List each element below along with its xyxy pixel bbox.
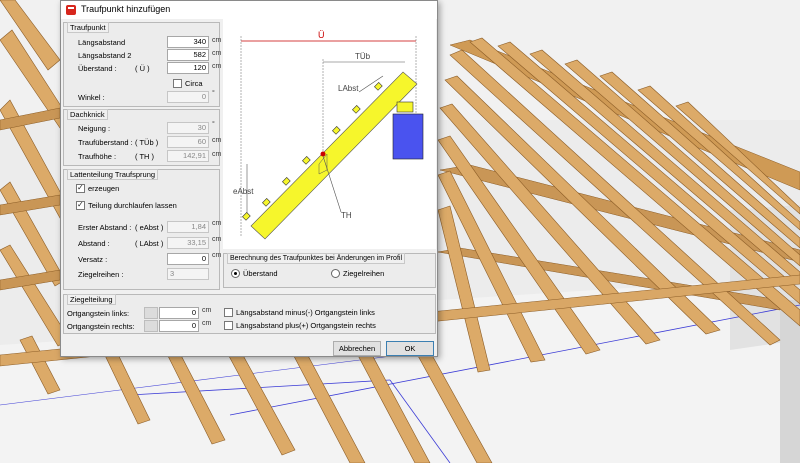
ok-button[interactable]: OK <box>386 341 434 356</box>
diagram-label-labst: LAbst <box>338 84 359 93</box>
teilung-label: Teilung durchlaufen lassen <box>88 201 177 210</box>
neigung-unit: ° <box>212 121 215 128</box>
ortgang-links-input[interactable]: 0 <box>159 307 199 319</box>
ueberstand-radio-label: Überstand <box>243 269 278 278</box>
ortgang-rechts-label: Ortgangstein rechts: <box>67 322 135 331</box>
laengsabstand-unit: cm <box>212 37 222 44</box>
abstand-label: Abstand : <box>78 239 110 248</box>
circa-label: Circa <box>185 79 203 88</box>
neigung-label: Neigung : <box>78 124 111 133</box>
ziegelreihen-radio-label: Ziegelreihen <box>343 269 385 278</box>
traufueberstand-symbol: ( TÜb ) <box>135 138 159 147</box>
ortgang-rechts-unit: cm <box>202 320 212 327</box>
abstand-input[interactable]: 33,15 <box>167 237 209 249</box>
versatz-input[interactable]: 0 <box>167 253 209 265</box>
traufhoehe-symbol: ( TH ) <box>135 152 155 161</box>
ziegelteilung-group: Ziegelteilung Ortgangstein links: 0 cm L… <box>63 294 436 334</box>
erster-abstand-unit: cm <box>212 220 222 227</box>
diagram-label-eabst: eAbst <box>233 187 254 196</box>
ortgang-rechts-spinner[interactable] <box>144 320 158 332</box>
plus-rechts-checkbox[interactable] <box>224 321 233 330</box>
ueberstand-unit: cm <box>212 63 222 70</box>
teilung-checkbox[interactable] <box>76 200 85 210</box>
winkel-label: Winkel : <box>78 93 105 102</box>
traufueberstand-input[interactable]: 60 <box>167 136 209 148</box>
berechnung-group-title: Berechnung des Traufpunktes bei Änderung… <box>227 253 405 264</box>
traufpunkt-dialog: Traufpunkt hinzufügen ─ ☐ ✕ Traufpunkt L… <box>60 0 438 357</box>
dachknick-group-title: Dachknick <box>67 109 108 120</box>
traufpunkt-group-title: Traufpunkt <box>67 22 109 33</box>
laengsabstand-input[interactable]: 340 <box>167 36 209 48</box>
diagram-label-u: Ü <box>318 30 325 40</box>
winkel-unit: ° <box>212 90 215 97</box>
traufhoehe-label: Traufhöhe : <box>78 152 117 161</box>
laengsabstand2-input[interactable]: 582 <box>167 49 209 61</box>
dachknick-group: Dachknick Neigung : 30 ° Traufüberstand … <box>63 109 222 166</box>
ueberstand-input[interactable]: 120 <box>167 62 209 74</box>
ziegelreihen-input[interactable]: 3 <box>167 268 209 280</box>
ueberstand-radio[interactable] <box>231 269 240 278</box>
abstand-symbol: ( LAbst ) <box>135 239 164 248</box>
traufueberstand-label: Traufüberstand : <box>78 138 133 147</box>
ortgang-rechts-input[interactable]: 0 <box>159 320 199 332</box>
abstand-unit: cm <box>212 236 222 243</box>
laengsabstand2-unit: cm <box>212 50 222 57</box>
traufueberstand-unit: cm <box>212 137 222 144</box>
laengsabstand-label: Längsabstand <box>78 38 126 47</box>
berechnung-group: Berechnung des Traufpunktes bei Änderung… <box>223 253 436 288</box>
erzeugen-checkbox[interactable] <box>76 183 85 193</box>
plus-rechts-label: Längsabstand plus(+) Ortgangstein rechts <box>236 321 376 330</box>
erster-abstand-label: Erster Abstand : <box>78 223 132 232</box>
ziegelteilung-group-title: Ziegelteilung <box>67 294 116 305</box>
minus-links-checkbox[interactable] <box>224 308 233 317</box>
erster-abstand-input[interactable]: 1,84 <box>167 221 209 233</box>
lattenteilung-group-title: Lattenteilung Traufsprung <box>67 169 159 180</box>
ortgang-links-label: Ortgangstein links: <box>67 309 130 318</box>
diagram-label-tub: TÜb <box>355 52 371 61</box>
versatz-unit: cm <box>212 252 222 259</box>
ziegelreihen-label: Ziegelreihen : <box>78 270 124 279</box>
diagram-label-th: TH <box>341 211 352 220</box>
winkel-input[interactable]: 0 <box>167 91 209 103</box>
ortgang-links-unit: cm <box>202 307 212 314</box>
cancel-button[interactable]: Abbrechen <box>333 341 381 356</box>
ueberstand-symbol: ( Ü ) <box>135 64 150 73</box>
roof-profile-diagram: Ü TÜb LAbst eAbst TH <box>223 4 436 249</box>
window-title: Traufpunkt hinzufügen <box>81 4 171 14</box>
laengsabstand2-label: Längsabstand 2 <box>78 51 132 60</box>
versatz-label: Versatz : <box>78 255 108 264</box>
ueberstand-label: Überstand : <box>78 64 117 73</box>
minus-links-label: Längsabstand minus(-) Ortgangstein links <box>236 308 375 317</box>
traufhoehe-input[interactable]: 142,91 <box>167 150 209 162</box>
traufpunkt-group: Traufpunkt Längsabstand 340 cm Längsabst… <box>63 22 222 107</box>
erster-abstand-symbol: ( eAbst ) <box>135 223 164 232</box>
app-icon <box>66 5 76 15</box>
lattenteilung-group: Lattenteilung Traufsprung erzeugen Teilu… <box>63 169 222 290</box>
traufhoehe-unit: cm <box>212 151 222 158</box>
ziegelreihen-radio[interactable] <box>331 269 340 278</box>
ortgang-links-spinner[interactable] <box>144 307 158 319</box>
neigung-input[interactable]: 30 <box>167 122 209 134</box>
erzeugen-label: erzeugen <box>88 184 120 193</box>
circa-checkbox[interactable] <box>173 79 182 88</box>
